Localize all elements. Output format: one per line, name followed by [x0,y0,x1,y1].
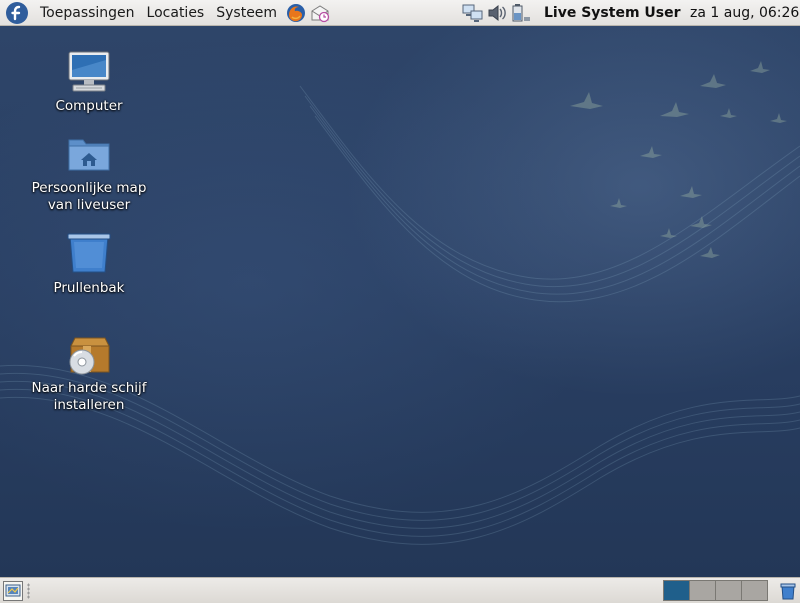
show-desktop-button[interactable] [3,581,23,601]
battery-icon[interactable] [510,2,532,24]
network-icon[interactable] [462,2,484,24]
workspace-switcher [663,580,768,601]
bottom-panel [0,577,800,603]
user-switcher[interactable]: Live System User [544,0,681,26]
trash-icon [65,230,113,278]
desktop-icon-trash[interactable]: Prullenbak [14,230,164,297]
desktop-icon-label: Computer [55,98,123,114]
top-panel: Toepassingen Locaties Systeem Live Syste… [0,0,800,26]
evolution-mail-icon[interactable] [309,2,331,24]
workspace-3[interactable] [715,580,742,601]
clock[interactable]: za 1 aug, 06:26 [690,0,799,26]
desktop-icon-label: Persoonlijke map van liveuser [31,180,147,213]
menu-system[interactable]: Systeem [210,1,283,25]
desktop-icon-home-folder[interactable]: Persoonlijke map van liveuser [14,130,164,214]
menu-applications[interactable]: Toepassingen [34,1,141,25]
desktop-icon-label: Prullenbak [53,280,125,296]
show-desktop-icon [5,584,21,597]
trash-applet-icon[interactable] [778,581,798,601]
desktop[interactable]: Computer Persoonlijke map van liveuser P… [0,26,800,577]
desktop-icon-install[interactable]: Naar harde schijf installeren [14,330,164,414]
menu-places[interactable]: Locaties [141,1,211,25]
computer-icon [65,48,113,96]
main-menu-bar: Toepassingen Locaties Systeem [34,1,283,25]
volume-icon[interactable] [486,2,508,24]
workspace-1[interactable] [663,580,690,601]
panel-handle[interactable] [27,583,30,599]
fedora-logo-icon[interactable] [6,1,28,24]
desktop-icon-computer[interactable]: Computer [14,48,164,115]
firefox-icon[interactable] [285,2,307,24]
workspace-2[interactable] [689,580,716,601]
install-package-icon [65,330,113,378]
desktop-icon-label: Naar harde schijf installeren [31,380,147,413]
workspace-4[interactable] [741,580,768,601]
home-folder-icon [65,130,113,178]
notification-area [462,2,532,24]
